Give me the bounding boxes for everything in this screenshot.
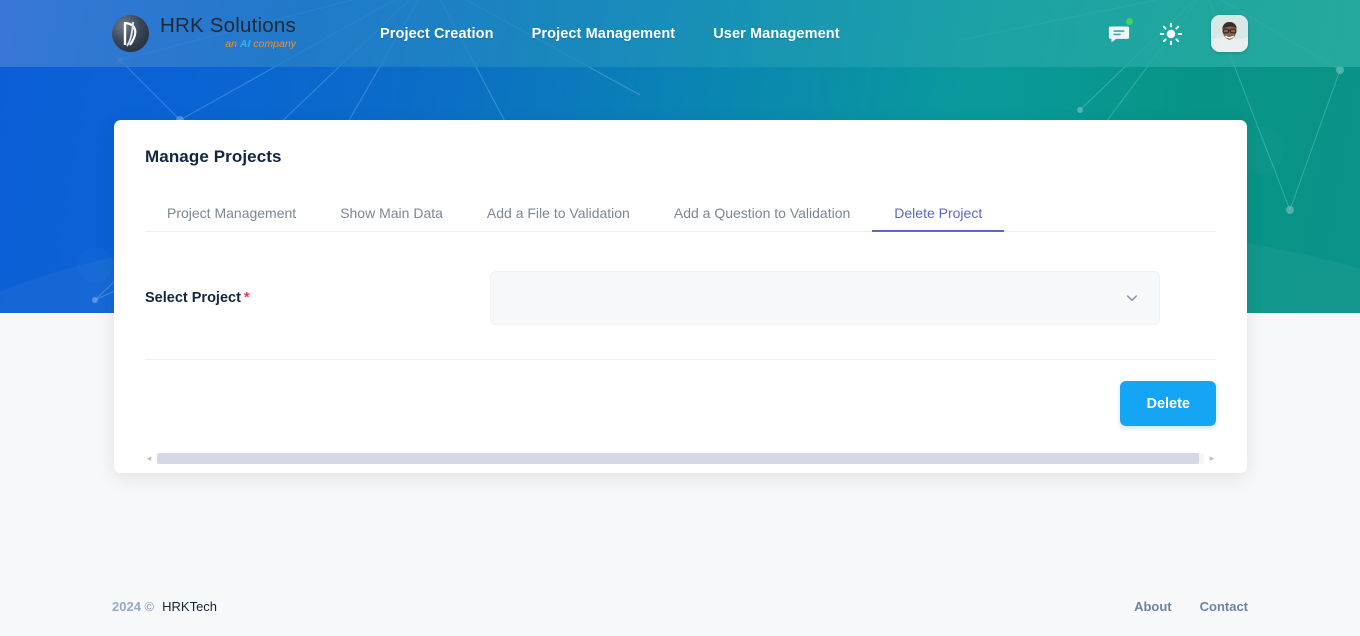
app-root: HRK Solutions an AI company Project Crea… bbox=[0, 0, 1360, 636]
navbar-links: Project Creation Project Management User… bbox=[380, 26, 840, 42]
brand-tagline: an AI company bbox=[160, 39, 296, 50]
hrk-logo-icon bbox=[112, 15, 149, 52]
navbar-actions bbox=[1107, 15, 1248, 52]
manage-projects-card: Manage Projects Project Management Show … bbox=[114, 120, 1247, 473]
page-footer: 2024 © HRKTech About Contact bbox=[0, 576, 1360, 636]
scrollbar-thumb[interactable] bbox=[157, 452, 1199, 464]
brand-logo[interactable]: HRK Solutions an AI company bbox=[112, 15, 337, 52]
tab-bar: Project Management Show Main Data Add a … bbox=[145, 196, 1216, 232]
tab-delete-project[interactable]: Delete Project bbox=[872, 206, 1005, 232]
copyright: 2024 © HRKTech bbox=[112, 599, 217, 614]
horizontal-scrollbar[interactable]: ◂ ▸ bbox=[145, 452, 1216, 464]
required-marker: * bbox=[243, 290, 250, 306]
tab-project-management[interactable]: Project Management bbox=[145, 206, 318, 231]
select-project-label: Select Project * bbox=[145, 290, 490, 306]
footer-link-about[interactable]: About bbox=[1134, 599, 1172, 614]
user-avatar[interactable] bbox=[1211, 15, 1248, 52]
tagline-pre: an bbox=[225, 38, 240, 50]
tab-add-question-to-validation[interactable]: Add a Question to Validation bbox=[652, 206, 872, 231]
copyright-year: 2024 © bbox=[112, 598, 155, 614]
copyright-company: HRKTech bbox=[162, 598, 218, 614]
card-actions: Delete bbox=[114, 360, 1247, 426]
nav-link-user-management[interactable]: User Management bbox=[713, 26, 839, 42]
page-title: Manage Projects bbox=[145, 147, 282, 166]
delete-button[interactable]: Delete bbox=[1120, 381, 1216, 426]
nav-link-project-creation[interactable]: Project Creation bbox=[380, 26, 494, 42]
select-project-input[interactable] bbox=[490, 271, 1160, 325]
top-navbar: HRK Solutions an AI company Project Crea… bbox=[0, 0, 1360, 67]
select-project-label-text: Select Project bbox=[145, 290, 241, 306]
sun-icon[interactable] bbox=[1159, 22, 1183, 46]
tab-add-file-to-validation[interactable]: Add a File to Validation bbox=[465, 206, 652, 231]
tab-show-main-data[interactable]: Show Main Data bbox=[318, 206, 465, 231]
tagline-ai: AI bbox=[239, 38, 251, 50]
footer-links: About Contact bbox=[1134, 599, 1248, 614]
chevron-down-icon bbox=[1126, 295, 1138, 302]
scroll-right-arrow[interactable]: ▸ bbox=[1208, 453, 1216, 463]
notification-badge bbox=[1126, 17, 1133, 25]
scrollbar-track[interactable] bbox=[157, 452, 1204, 464]
brand-title: HRK Solutions bbox=[160, 13, 296, 37]
select-project-row: Select Project * bbox=[114, 271, 1247, 325]
tagline-post: company bbox=[250, 38, 296, 50]
scroll-left-arrow[interactable]: ◂ bbox=[145, 453, 153, 463]
message-icon[interactable] bbox=[1107, 17, 1133, 46]
footer-link-contact[interactable]: Contact bbox=[1200, 599, 1248, 614]
nav-link-project-management[interactable]: Project Management bbox=[532, 26, 676, 42]
